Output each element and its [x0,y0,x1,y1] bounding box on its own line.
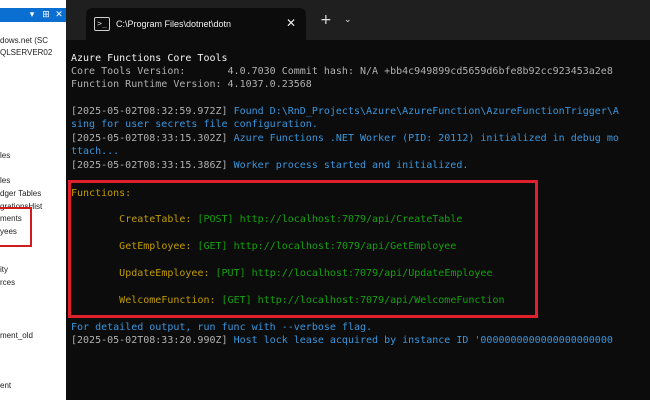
console-line: ttach... [71,146,120,157]
log-message: Worker process started and initialized. [233,160,469,171]
tree-item[interactable]: QLSERVER02 [0,48,52,58]
log-message: Azure Functions .NET Worker (PID: 20112)… [233,133,619,144]
tree-highlight-box [0,207,32,247]
console-line: [2025-05-02T08:33:15.386Z] Worker proces… [71,160,468,172]
terminal-icon: >_ [94,17,110,31]
tree-item[interactable]: les [0,151,10,161]
console-output[interactable]: Azure Functions Core Tools Core Tools Ve… [66,40,650,400]
terminal-window: >_ C:\Program Files\dotnet\dotn ✕ + ⌄ Az… [66,0,650,400]
tab-bar: >_ C:\Program Files\dotnet\dotn ✕ + ⌄ [66,0,650,40]
log-timestamp: [2025-05-02T08:33:15.386Z] [71,160,234,171]
background-app-titlebar: ▾ ⊞ ✕ [0,8,66,22]
function-url[interactable]: http://localhost:7079/api/WelcomeFunctio… [258,295,505,306]
function-method: [GET] [197,241,228,252]
function-url[interactable]: http://localhost:7079/api/GetEmployee [234,241,457,252]
log-timestamp: [2025-05-02T08:33:15.302Z] [71,133,234,144]
chevron-down-icon[interactable]: ⌄ [344,12,352,28]
console-line: For detailed output, run func with --ver… [71,322,373,333]
function-method: [GET] [221,295,252,306]
function-name: GetEmployee: [119,241,192,252]
pin-icon[interactable]: ⊞ [40,8,52,22]
function-entry: UpdateEmployee: [PUT] http://localhost:7… [71,268,492,280]
function-name: WelcomeFunction: [119,295,216,306]
tab-title: C:\Program Files\dotnet\dotn [116,19,232,29]
background-app-window: ▾ ⊞ ✕ dows.net (SC QLSERVER02 les les dg… [0,0,67,400]
tree-item[interactable]: les [0,176,10,186]
tree-item[interactable]: ity [0,265,8,275]
tree-item[interactable]: ment_old [0,331,33,341]
new-tab-button[interactable]: + [320,12,332,28]
function-method: [PUT] [215,268,246,279]
function-method: [POST] [197,214,234,225]
function-name: UpdateEmployee: [119,268,210,279]
functions-header: Functions: [71,188,132,199]
tree-item[interactable]: dows.net (SC [0,36,48,46]
console-line: [2025-05-02T08:33:15.302Z] Azure Functio… [71,133,619,145]
close-icon[interactable]: ✕ [53,8,65,22]
log-timestamp: [2025-05-02T08:32:59.972Z] [71,106,234,117]
function-name: CreateTable: [119,214,192,225]
console-line: sing for user secrets file configuration… [71,119,318,130]
function-url[interactable]: http://localhost:7079/api/CreateTable [240,214,463,225]
minimize-icon[interactable]: ▾ [26,8,38,22]
function-entry: GetEmployee: [GET] http://localhost:7079… [71,241,456,253]
console-line: Azure Functions Core Tools [71,53,228,64]
tree-item[interactable]: rces [0,278,15,288]
console-line: [2025-05-02T08:32:59.972Z] Found D:\RnD_… [71,106,619,118]
log-message: Host lock lease acquired by instance ID … [233,335,613,346]
function-entry: CreateTable: [POST] http://localhost:707… [71,214,462,226]
log-timestamp: [2025-05-02T08:33:20.990Z] [71,335,234,346]
console-line: Function Runtime Version: 4.1037.0.23568 [71,79,312,90]
console-line: [2025-05-02T08:33:20.990Z] Host lock lea… [71,335,613,347]
log-message: Found D:\RnD_Projects\Azure\AzureFunctio… [233,106,619,117]
terminal-tab[interactable]: >_ C:\Program Files\dotnet\dotn ✕ [86,8,306,40]
function-entry: WelcomeFunction: [GET] http://localhost:… [71,295,505,307]
console-line: Core Tools Version: 4.0.7030 Commit hash… [71,66,613,77]
function-url[interactable]: http://localhost:7079/api/UpdateEmployee [252,268,493,279]
tab-close-icon[interactable]: ✕ [286,15,296,31]
tree-item[interactable]: dger Tables [0,189,41,199]
tree-item[interactable]: ent [0,381,11,391]
